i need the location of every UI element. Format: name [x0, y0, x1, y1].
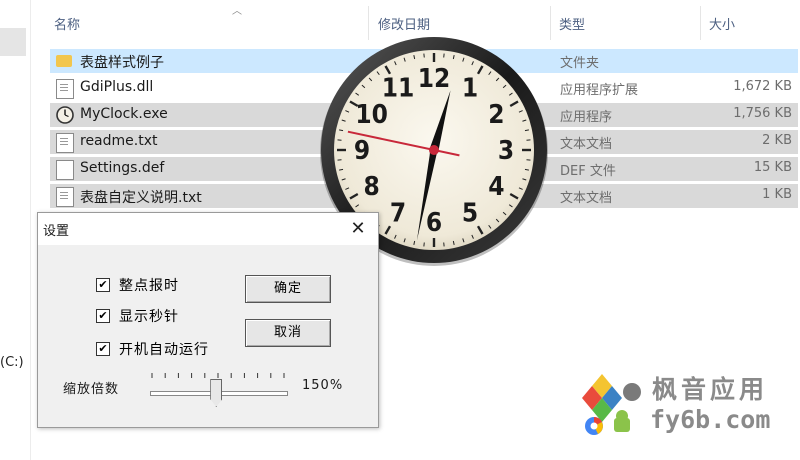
- watermark-brand: 枫音应用: [652, 375, 769, 404]
- clock-center-cap: [429, 145, 439, 155]
- column-modified[interactable]: 修改日期: [378, 14, 430, 33]
- generic-file-icon: [56, 160, 74, 180]
- file-type: 文件夹: [560, 56, 600, 71]
- zoom-label: 缩放倍数: [63, 382, 120, 397]
- file-type: DEF 文件: [560, 164, 616, 179]
- file-type: 应用程序: [560, 110, 613, 125]
- clock-numeral: 6: [426, 208, 442, 238]
- file-size: 1,756 KB: [733, 106, 792, 121]
- clock-numeral: 4: [488, 172, 504, 202]
- show-seconds-label: 显示秒针: [119, 309, 179, 325]
- column-divider[interactable]: [700, 6, 701, 40]
- ok-button[interactable]: 确定: [245, 275, 331, 303]
- file-type: 应用程序扩展: [560, 83, 639, 98]
- nav-selected-item[interactable]: [0, 28, 26, 56]
- text-file-icon: [56, 187, 74, 207]
- navigation-pane: [0, 0, 31, 460]
- clock-numeral: 10: [355, 100, 388, 130]
- watermark-url: fy6b.com: [650, 405, 771, 434]
- file-size: 2 KB: [762, 133, 792, 148]
- clock-numeral: 5: [462, 198, 478, 228]
- zoom-slider-thumb[interactable]: [210, 379, 223, 407]
- settings-dialog: 设置 ✕ ✔ 整点报时 ✔ 显示秒针 ✔ 开机自动运行 确定 取消 缩放倍数 1…: [37, 212, 379, 428]
- clock-numeral: 8: [364, 172, 380, 202]
- file-name: Settings.def: [80, 160, 165, 176]
- column-divider[interactable]: [550, 6, 551, 40]
- nav-drive-c[interactable]: (C:): [0, 355, 24, 370]
- clock-numeral: 11: [382, 74, 415, 104]
- dialog-title-bar[interactable]: 设置 ✕: [38, 213, 378, 245]
- file-type: 文本文档: [560, 137, 613, 152]
- autostart-label: 开机自动运行: [119, 342, 209, 358]
- file-size: 1,672 KB: [733, 79, 792, 94]
- text-file-icon: [56, 133, 74, 153]
- clock-numeral: 7: [390, 198, 406, 228]
- clock-numeral: 2: [488, 100, 504, 130]
- column-name[interactable]: 名称: [54, 14, 80, 33]
- column-size[interactable]: 大小: [709, 14, 735, 33]
- clock-numeral: 1: [462, 74, 478, 104]
- clock-numeral: 3: [498, 136, 514, 166]
- file-name: MyClock.exe: [80, 106, 168, 122]
- close-icon[interactable]: ✕: [338, 213, 378, 245]
- cancel-button[interactable]: 取消: [245, 319, 331, 347]
- hourly-chime-label: 整点报时: [119, 278, 179, 294]
- clock-numeral: 12: [418, 64, 451, 94]
- dialog-title: 设置: [43, 224, 70, 239]
- autostart-checkbox[interactable]: ✔: [96, 342, 110, 356]
- folder-icon: [56, 55, 72, 67]
- file-name: 表盘自定义说明.txt: [80, 190, 202, 206]
- clock-app-icon: [56, 106, 74, 124]
- file-size: 1 KB: [762, 187, 792, 202]
- hourly-chime-checkbox[interactable]: ✔: [96, 278, 110, 292]
- watermark-logo: [582, 374, 641, 435]
- file-name: GdiPlus.dll: [80, 79, 154, 95]
- slider-ticks: [151, 373, 285, 378]
- file-type: 文本文档: [560, 191, 613, 206]
- column-type[interactable]: 类型: [559, 14, 585, 33]
- file-size: 15 KB: [753, 160, 792, 175]
- file-name: readme.txt: [80, 133, 158, 149]
- dll-file-icon: [56, 79, 74, 99]
- zoom-value: 150%: [302, 378, 344, 393]
- sort-ascending-icon: ︿: [232, 6, 242, 17]
- show-seconds-checkbox[interactable]: ✔: [96, 309, 110, 323]
- clock-numeral: 9: [354, 136, 370, 166]
- file-name: 表盘样式例子: [80, 55, 164, 71]
